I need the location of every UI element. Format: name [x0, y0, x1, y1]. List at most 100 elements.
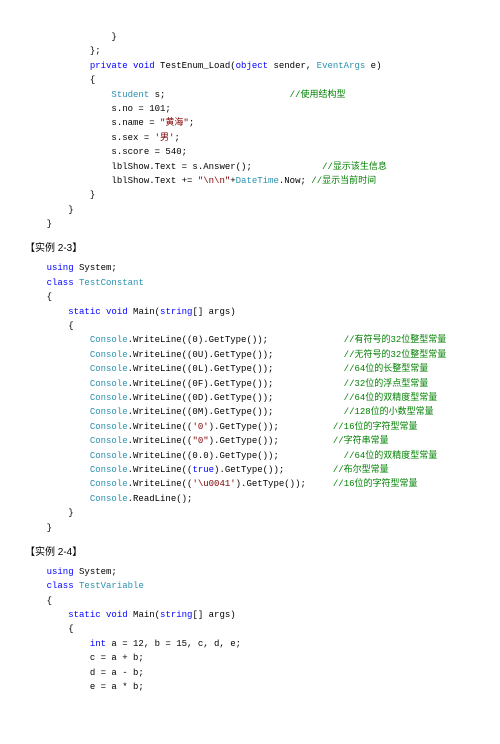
t: .WriteLine((0L).GetType()); [128, 364, 274, 374]
t: [] args) [192, 307, 235, 317]
t: .Now; [279, 176, 306, 186]
t: .WriteLine(( [128, 479, 193, 489]
t: { [47, 292, 52, 302]
t: string [160, 610, 192, 620]
t: ).GetType()); [214, 465, 284, 475]
t: { [68, 624, 73, 634]
t: s; [149, 90, 165, 100]
t: s.no = 101; [111, 104, 170, 114]
t: //字符串常量 [333, 436, 389, 446]
t: ; [174, 133, 179, 143]
t: a = 12, b = 15, c, d, e; [106, 639, 241, 649]
t: System; [74, 263, 117, 273]
t: private [90, 61, 128, 71]
t: ).GetType()); [236, 479, 306, 489]
t: { [68, 321, 73, 331]
t: using [47, 567, 74, 577]
t: //有符号的32位整型常量 [344, 335, 447, 345]
code-pre-2: using System; class TestConstant { stati… [25, 261, 475, 534]
t: Console [90, 465, 128, 475]
code-pre-3: using System; class TestVariable { stati… [25, 565, 475, 695]
t: //32位的浮点型常量 [344, 379, 429, 389]
t: d = a - b; [90, 668, 144, 678]
t: .WriteLine((0D).GetType()); [128, 393, 274, 403]
t: } [90, 190, 95, 200]
t: } [68, 508, 73, 518]
t: } [68, 205, 73, 215]
t: //64位的双精度型常量 [344, 451, 438, 461]
t: } [47, 523, 52, 533]
t: Console [90, 494, 128, 504]
t: Console [90, 364, 128, 374]
t: .WriteLine(( [128, 436, 193, 446]
t: void [133, 61, 155, 71]
t: Console [90, 422, 128, 432]
t: TestEnum_Load( [155, 61, 236, 71]
t: //显示该生信息 [322, 162, 387, 172]
t: [] args) [192, 610, 235, 620]
t: Console [90, 393, 128, 403]
t: Console [90, 436, 128, 446]
t: static [68, 307, 100, 317]
t: //64位的双精度型常量 [344, 393, 438, 403]
t: { [90, 75, 95, 85]
t: //16位的字符型常量 [333, 422, 418, 432]
t: lblShow.Text += [111, 176, 197, 186]
t: }; [90, 46, 101, 56]
t: void [106, 307, 128, 317]
t: e) [365, 61, 381, 71]
t: } [111, 32, 116, 42]
t: .WriteLine((0M).GetType()); [128, 407, 274, 417]
t: true [192, 465, 214, 475]
t: //无符号的32位整型常量 [344, 350, 447, 360]
t: .ReadLine(); [128, 494, 193, 504]
code-block-2: using System; class TestConstant { stati… [25, 261, 475, 534]
t: lblShow.Text = s.Answer(); [111, 162, 251, 172]
t: static [68, 610, 100, 620]
t: EventArgs [317, 61, 366, 71]
t: c = a + b; [90, 653, 144, 663]
example-heading-2-3: 【实例 2-3】 [25, 241, 475, 257]
t: //布尔型常量 [333, 465, 389, 475]
t: e = a * b; [90, 682, 144, 692]
t: System; [74, 567, 117, 577]
t: { [47, 596, 52, 606]
t: ; [189, 118, 194, 128]
t: .WriteLine((0U).GetType()); [128, 350, 274, 360]
t: class [47, 581, 74, 591]
t: TestConstant [79, 278, 144, 288]
t: .WriteLine((0.0).GetType()); [128, 451, 279, 461]
t: Console [90, 451, 128, 461]
t: "0" [192, 436, 208, 446]
t: DateTime [236, 176, 279, 186]
t: "黄海" [160, 118, 189, 128]
t: //128位的小数型常量 [344, 407, 434, 417]
t: //16位的字符型常量 [333, 479, 418, 489]
t: using [47, 263, 74, 273]
t: Main( [128, 307, 160, 317]
t: object [236, 61, 268, 71]
t: Console [90, 379, 128, 389]
code-pre-1: } }; private void TestEnum_Load(object s… [25, 30, 475, 231]
t: //64位的长整型常量 [344, 364, 429, 374]
t: s.score = 540; [111, 147, 187, 157]
t: Console [90, 407, 128, 417]
t: .WriteLine(( [128, 422, 193, 432]
t: s.sex = [111, 133, 154, 143]
t: Console [90, 350, 128, 360]
t: '\u0041' [192, 479, 235, 489]
code-block-3: using System; class TestVariable { stati… [25, 565, 475, 695]
t: '男' [155, 133, 175, 143]
t: Main( [128, 610, 160, 620]
t: "\n\n" [198, 176, 230, 186]
t: Console [90, 479, 128, 489]
t: '0' [192, 422, 208, 432]
t: //使用结构型 [290, 90, 346, 100]
t: int [90, 639, 106, 649]
t: //显示当前时间 [306, 176, 376, 186]
t: s.name = [111, 118, 160, 128]
t: .WriteLine((0F).GetType()); [128, 379, 274, 389]
t: TestVariable [79, 581, 144, 591]
t: class [47, 278, 74, 288]
t: Console [90, 335, 128, 345]
